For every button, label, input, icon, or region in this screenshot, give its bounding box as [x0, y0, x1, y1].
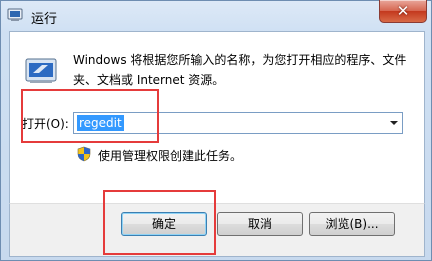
dialog-description: Windows 将根据您所输入的名称，为您打开相应的程序、文件夹、文档或 Int… — [73, 53, 407, 87]
admin-note: 使用管理权限创建此任务。 — [98, 149, 243, 163]
window-title: 运行 — [31, 12, 58, 27]
run-icon — [25, 58, 57, 83]
button-bar: 确定 取消 浏览(B)... — [9, 203, 425, 257]
run-dialog-window: 运行 ✕ Windows 将根据您所输入的名称，为您打开相应的程序、文件夹、文档… — [0, 0, 432, 261]
open-combobox[interactable]: regedit — [73, 112, 403, 134]
dropdown-arrow-icon[interactable] — [386, 113, 402, 133]
cancel-button[interactable]: 取消 — [217, 212, 303, 236]
open-label: 打开(O): — [22, 117, 69, 131]
run-app-icon — [7, 8, 23, 21]
dialog-content: Windows 将根据您所输入的名称，为您打开相应的程序、文件夹、文档或 Int… — [9, 31, 425, 204]
open-input-value[interactable]: regedit — [77, 115, 124, 131]
uac-shield-icon — [77, 146, 91, 162]
close-icon: ✕ — [396, 2, 410, 20]
title-bar[interactable]: 运行 ✕ — [1, 0, 432, 31]
ok-button[interactable]: 确定 — [121, 212, 207, 236]
browse-button[interactable]: 浏览(B)... — [309, 212, 395, 236]
close-button[interactable]: ✕ — [379, 0, 427, 23]
